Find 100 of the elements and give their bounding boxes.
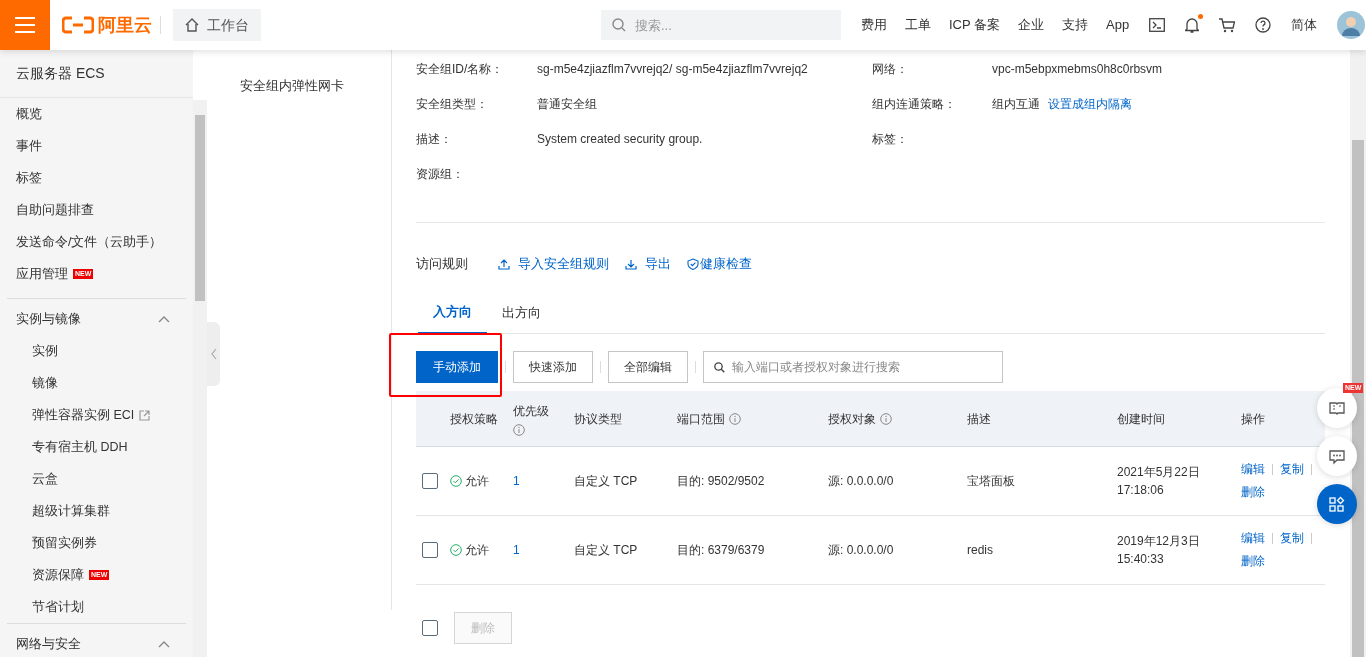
nav-link[interactable]: 费用 [861, 15, 887, 35]
field-label: 安全组类型： [416, 95, 489, 113]
menu-icon [15, 17, 35, 33]
table-cell-text: 17:18:06 [1117, 482, 1165, 499]
field-label: 网络： [872, 60, 909, 78]
toolbar-button[interactable]: 快速添加 [513, 351, 593, 383]
apps-icon [1328, 495, 1346, 513]
row-action-link[interactable]: 删除 [1241, 550, 1265, 573]
column-header: 协议类型 [574, 410, 622, 428]
row-action-link[interactable]: 编辑 [1241, 458, 1265, 481]
download-icon [625, 258, 637, 270]
search-field[interactable]: 搜索... [601, 10, 841, 40]
column-header: 端口范围 [677, 410, 725, 428]
table-cell-text: 宝塔面板 [967, 473, 1016, 490]
chat-icon [1328, 447, 1346, 465]
check-circle-icon [450, 544, 462, 556]
column-header: 描述 [967, 410, 991, 428]
field-label: 标签： [872, 130, 909, 148]
column-header: 创建时间 [1117, 410, 1165, 428]
table-cell-text: redis [967, 542, 994, 559]
subnav-link[interactable]: 安全组内弹性网卡 [220, 70, 391, 102]
terminal-icon[interactable] [1149, 18, 1166, 32]
sidebar-title: 云服务器 ECS [0, 50, 193, 98]
table-cell-text: 源: 0.0.0.0/0 [828, 473, 895, 490]
nav-link[interactable]: ICP 备案 [949, 15, 1001, 35]
checkbox[interactable] [422, 620, 438, 636]
toolbar-button[interactable]: 手动添加 [416, 351, 498, 383]
cart-icon[interactable] [1219, 17, 1236, 33]
field-label: 资源组： [416, 165, 465, 183]
field-value: System created security group. [537, 130, 704, 148]
sidebar-item[interactable]: 云盒 [7, 463, 186, 495]
setting-link[interactable]: 设置成组内隔离 [1048, 94, 1132, 113]
sidebar-item[interactable]: 自助问题排查 [7, 194, 186, 226]
nav-link[interactable]: App [1106, 15, 1130, 35]
sidebar-item[interactable]: 超级计算集群 [7, 495, 186, 527]
checkbox[interactable] [422, 542, 438, 558]
chevron-left-icon [210, 348, 217, 360]
help-icon[interactable] [1255, 17, 1272, 33]
section-title: 访问规则 [416, 255, 468, 274]
shield-check-icon [687, 258, 699, 270]
language-link[interactable]: 简体 [1291, 15, 1318, 35]
table-cell-text: 1 [513, 473, 521, 490]
home-icon [185, 18, 199, 32]
sidebar-group[interactable]: 网络与安全 [16, 634, 81, 654]
field-value: 普通安全组 [537, 95, 598, 113]
toolbar-button[interactable]: 全部编辑 [608, 351, 688, 383]
floating-button[interactable] [1317, 484, 1357, 524]
collapse-handle[interactable] [207, 322, 220, 386]
row-action-link[interactable]: 复制 [1280, 458, 1304, 481]
avatar-icon[interactable] [1337, 11, 1366, 39]
column-header: 操作 [1241, 410, 1265, 428]
field-label: 组内连通策略： [872, 95, 957, 113]
sidebar-item[interactable]: 实例 [7, 335, 186, 367]
sidebar-item[interactable]: 标签 [7, 162, 186, 194]
check-circle-icon [450, 475, 462, 487]
table-cell-text: 2021年5月22日 [1117, 464, 1201, 481]
scrollbar[interactable] [193, 100, 207, 657]
column-header: 优先级 [513, 402, 549, 420]
rule-search-field[interactable]: 输入端口或者授权对象进行搜索 [703, 351, 1003, 383]
table-cell-text: 自定义 TCP [574, 473, 639, 490]
sidebar-item[interactable]: 事件 [7, 130, 186, 162]
action-link[interactable]: 健康检查 [687, 254, 752, 274]
action-link[interactable]: 导出 [625, 254, 671, 274]
logo-icon [62, 16, 94, 34]
field-value: vpc-m5ebpxmebms0h8c0rbsvm [992, 60, 1163, 78]
checkbox[interactable] [422, 473, 438, 489]
sidebar-item[interactable]: 专有宿主机 DDH [7, 431, 186, 463]
field-value: sg-m5e4zjiazflm7vvrejq2/ sg-m5e4zjiazflm7vvrejq2 [537, 60, 809, 78]
row-action-link[interactable]: 删除 [1241, 481, 1265, 504]
action-link[interactable]: 导入安全组规则 [498, 254, 609, 274]
column-header: 授权策略 [450, 410, 498, 428]
book-icon [1328, 399, 1346, 417]
table-cell-text: 目的: 6379/6379 [677, 542, 766, 559]
row-action-link[interactable]: 编辑 [1241, 527, 1265, 550]
workbench-button[interactable]: 工作台 [173, 9, 261, 41]
sidebar-group[interactable]: 实例与镜像 [16, 309, 81, 329]
menu-button[interactable] [0, 0, 50, 50]
table-cell-text: 15:40:33 [1117, 551, 1165, 568]
sidebar-item[interactable]: 镜像 [7, 367, 186, 399]
column-header: 授权对象 [828, 410, 876, 428]
table-cell-text: 目的: 9502/9502 [677, 473, 766, 490]
field-value: 组内互通 [992, 95, 1040, 113]
row-action-link[interactable]: 复制 [1280, 527, 1304, 550]
direction-tab[interactable]: 入方向 [418, 292, 487, 334]
floating-button[interactable] [1317, 436, 1357, 476]
sidebar-item[interactable]: 概览 [7, 98, 186, 130]
sidebar-item[interactable]: 节省计划 [7, 591, 186, 623]
nav-link[interactable]: 工单 [905, 15, 931, 35]
table-cell-text: 自定义 TCP [574, 542, 639, 559]
search-icon [714, 362, 725, 373]
bell-icon[interactable] [1185, 17, 1200, 33]
field-label: 描述： [416, 130, 453, 148]
sidebar-item[interactable]: 预留实例券 [7, 527, 186, 559]
sidebar-item[interactable]: 发送命令/文件（云助手） [7, 226, 186, 258]
table-cell-text: 1 [513, 542, 521, 559]
sidebar-item[interactable]: 弹性容器实例 ECI [7, 399, 186, 431]
nav-link[interactable]: 企业 [1018, 15, 1045, 35]
nav-link[interactable]: 支持 [1062, 15, 1089, 35]
direction-tab[interactable]: 出方向 [487, 292, 556, 334]
info-icon [880, 412, 892, 425]
